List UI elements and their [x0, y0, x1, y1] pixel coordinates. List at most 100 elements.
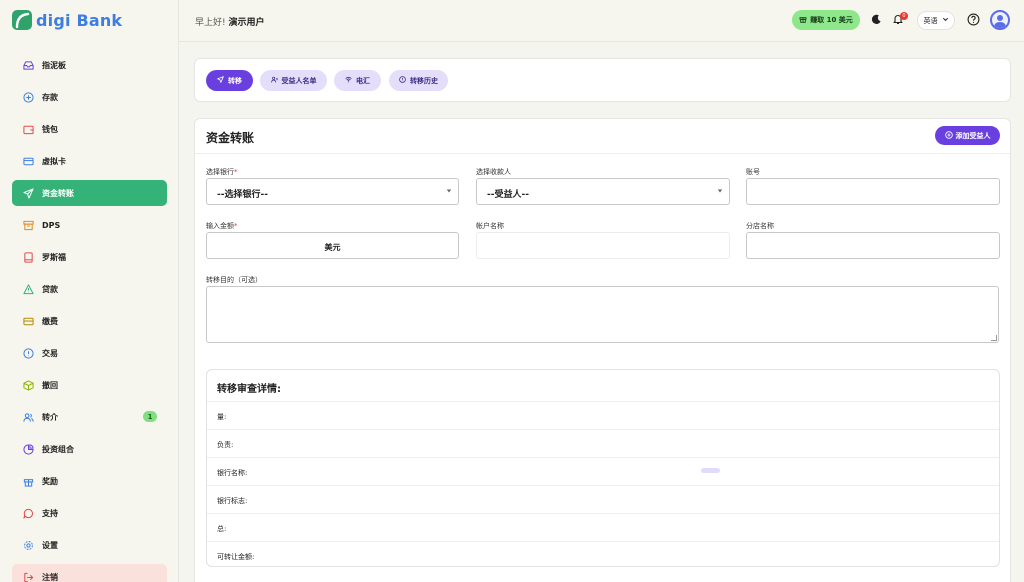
sidebar-item-settings[interactable]: 设置: [12, 532, 167, 558]
sidebar-item-referral[interactable]: 转介 1: [12, 404, 167, 430]
gear-icon: [22, 539, 34, 551]
purpose-label: 转移目的（可选）: [206, 276, 262, 284]
promo-label: 赚取 10 美元: [810, 16, 853, 24]
review-row-label: 总:: [217, 525, 227, 533]
language-select[interactable]: 英语: [917, 11, 955, 30]
sidebar-item-label: 撤回: [42, 380, 58, 390]
sidebar-item-deposit[interactable]: 存款: [12, 84, 167, 110]
resize-handle[interactable]: [991, 335, 997, 341]
plus-circle-icon: [22, 91, 34, 103]
tab-label: 电汇: [356, 76, 370, 85]
branch-name-label: 分店名称: [746, 222, 774, 230]
sidebar-item-fdr[interactable]: 罗斯福: [12, 244, 167, 270]
sidebar-item-logout[interactable]: 注销: [12, 564, 167, 582]
moon-icon: [871, 14, 882, 27]
sidebar-item-support[interactable]: 支持: [12, 500, 167, 526]
sidebar-item-label: 资金转账: [42, 188, 74, 198]
review-row: 负责:: [207, 429, 999, 457]
account-number-label: 账号: [746, 168, 760, 176]
caret-down-icon: [717, 188, 723, 196]
dark-mode-toggle[interactable]: [869, 13, 883, 27]
sidebar-item-label: 存款: [42, 92, 58, 102]
send-icon: [217, 76, 224, 85]
sidebar-item-fund-transfer[interactable]: 资金转账: [12, 180, 167, 206]
add-beneficiary-label: 添加受益人: [955, 131, 991, 140]
sidebar-item-portfolio[interactable]: 投资组合: [12, 436, 167, 462]
sidebar-item-label: 钱包: [42, 124, 58, 134]
sidebar-item-dashboard[interactable]: 指泥板: [12, 52, 167, 78]
review-row: 可转让金额:: [207, 541, 999, 569]
sidebar-item-transactions[interactable]: 交易: [12, 340, 167, 366]
account-name-field: [476, 232, 730, 259]
inbox-icon: [22, 59, 34, 71]
tab-label: 转移历史: [410, 76, 438, 85]
review-row-label: 银行标志:: [217, 497, 248, 505]
page-title: 资金转账: [206, 131, 255, 145]
tab-transfer[interactable]: 转移: [206, 70, 253, 91]
brand-logo[interactable]: digi Bank: [12, 9, 122, 31]
warning-icon: [22, 283, 34, 295]
sidebar-item-label: 指泥板: [42, 60, 66, 70]
sidebar-item-label: 罗斯福: [42, 252, 66, 262]
account-number-field[interactable]: [746, 178, 1000, 205]
add-beneficiary-button[interactable]: 添加受益人: [935, 126, 1000, 145]
review-row-label: 可转让金额:: [217, 553, 255, 561]
tab-beneficiary-list[interactable]: 受益人名单: [260, 70, 327, 91]
review-panel: 转移审查详情: 量: 负责: 银行名称: 银行标志: 总: 可转让金额:: [206, 369, 1000, 567]
bank-label: 选择银行*: [206, 167, 238, 177]
book-icon: [22, 251, 34, 263]
sidebar-item-label: 设置: [42, 540, 58, 550]
amount-label-text: 输入金额: [206, 222, 234, 230]
amount-field[interactable]: 美元: [206, 232, 459, 259]
sidebar-item-rewards[interactable]: 奖励: [12, 468, 167, 494]
amount-label: 输入金额*: [206, 221, 238, 231]
payee-select-value: --受益人--: [487, 190, 529, 200]
sidebar-item-label: DPS: [42, 220, 61, 230]
wallet-icon: [22, 123, 34, 135]
sidebar-item-label: 奖励: [42, 476, 58, 486]
card-icon: [22, 155, 34, 167]
earn-promo-button[interactable]: 赚取 10 美元: [792, 10, 860, 30]
branch-name-field[interactable]: [746, 232, 1000, 259]
sidebar-item-label: 虚拟卡: [42, 156, 66, 166]
required-mark: *: [234, 168, 238, 176]
top-header: 早上好! 演示用户 赚取 10 美元 0 英语: [179, 0, 1024, 42]
history-icon: [399, 76, 406, 85]
notification-count-badge: 0: [900, 12, 908, 20]
review-title: 转移审查详情:: [217, 384, 281, 395]
help-button[interactable]: [966, 13, 980, 27]
currency-unit: 美元: [324, 243, 341, 252]
brand-name: digi Bank: [36, 10, 123, 30]
sidebar-item-label: 缴费: [42, 316, 58, 326]
logout-icon: [22, 571, 34, 582]
sidebar-item-virtual-card[interactable]: 虚拟卡: [12, 148, 167, 174]
tab-wire-transfer[interactable]: 电汇: [334, 70, 381, 91]
chat-icon: [22, 507, 34, 519]
sidebar-item-label: 交易: [42, 348, 58, 358]
sidebar-item-bill-pay[interactable]: 缴费: [12, 308, 167, 334]
sidebar-item-label: 贷款: [42, 284, 58, 294]
purpose-textarea[interactable]: [206, 286, 999, 343]
review-row-label: 银行名称:: [217, 469, 248, 477]
sidebar-item-dps[interactable]: DPS: [12, 212, 167, 238]
review-row-label: 负责:: [217, 441, 234, 449]
send-icon: [22, 187, 34, 199]
gift-icon: [799, 15, 807, 25]
payee-label: 选择收款人: [476, 168, 511, 176]
avatar[interactable]: [990, 10, 1010, 30]
bank-select[interactable]: --选择银行--: [206, 178, 459, 205]
referral-count-badge: 1: [143, 411, 157, 422]
tab-label: 受益人名单: [281, 76, 317, 85]
sidebar-item-wallet[interactable]: 钱包: [12, 116, 167, 142]
review-row: 银行标志:: [207, 485, 999, 513]
sidebar: digi Bank 指泥板 存款 钱包 虚拟卡 资金转账 DPS 罗斯福 贷款 …: [0, 0, 179, 582]
payee-select[interactable]: --受益人--: [476, 178, 730, 205]
plus-circle-icon: [944, 130, 953, 141]
sidebar-item-withdraw[interactable]: 撤回: [12, 372, 167, 398]
user-list-icon: [270, 76, 278, 85]
review-row: 量:: [207, 401, 999, 429]
logo-icon: [12, 10, 32, 30]
sidebar-item-loan[interactable]: 贷款: [12, 276, 167, 302]
required-mark: *: [234, 222, 238, 230]
tab-transfer-history[interactable]: 转移历史: [389, 70, 448, 91]
